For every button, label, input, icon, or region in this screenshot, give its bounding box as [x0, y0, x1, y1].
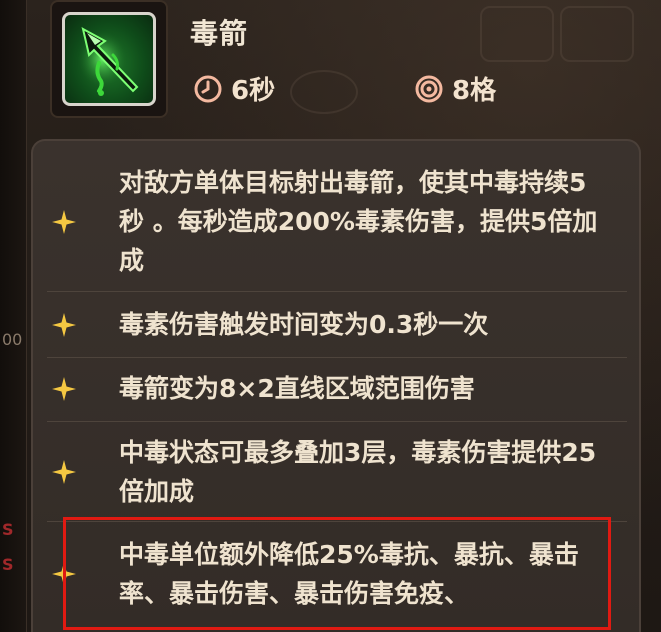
- effect-row: 中毒状态可最多叠加3层，毒素伤害提供25倍加成: [47, 433, 627, 511]
- skill-icon-frame: [50, 0, 168, 118]
- background-ornament: [560, 6, 634, 62]
- poison-arrow-icon: [62, 12, 156, 106]
- left-fragment-text: S: [2, 555, 14, 574]
- cooldown-stat: 6秒: [193, 70, 275, 107]
- effect-text: 中毒状态可最多叠加3层，毒素伤害提供25倍加成: [119, 438, 597, 506]
- star-icon: [47, 561, 81, 587]
- target-icon: [415, 75, 443, 102]
- clock-icon: [194, 75, 222, 102]
- range-stat: 8格: [414, 70, 496, 107]
- effect-row: 对敌方单体目标射出毒箭，使其中毒持续5秒 。每秒造成200%毒素伤害，提供5倍加…: [47, 163, 627, 280]
- cooldown-value: 6秒: [231, 76, 276, 106]
- skill-name: 毒箭: [190, 17, 249, 50]
- effect-text: 毒素伤害触发时间变为0.3秒一次: [119, 310, 489, 339]
- background-panel-edge: 00 S S: [0, 0, 27, 632]
- row-divider: [47, 421, 627, 422]
- effect-text: 对敌方单体目标射出毒箭，使其中毒持续5秒 。每秒造成200%毒素伤害，提供5倍加…: [119, 168, 598, 275]
- range-value: 8格: [452, 76, 497, 106]
- star-icon: [47, 209, 81, 235]
- skill-tooltip: 00 S S 毒箭 6秒 8格 对敌方单体目标射出毒箭，使其中毒持续5秒 。每秒…: [0, 0, 661, 632]
- star-icon: [47, 376, 81, 402]
- effect-row: 毒素伤害触发时间变为0.3秒一次: [47, 305, 627, 344]
- background-ornament: [480, 6, 554, 62]
- star-icon: [47, 459, 81, 485]
- left-fragment-text: 00: [2, 330, 23, 349]
- effect-text: 毒箭变为8×2直线区域范围伤害: [119, 374, 475, 403]
- effects-panel: 对敌方单体目标射出毒箭，使其中毒持续5秒 。每秒造成200%毒素伤害，提供5倍加…: [31, 139, 641, 632]
- effect-row: 中毒单位额外降低25%毒抗、暴抗、暴击率、暴击伤害、暴击伤害免疫、: [47, 535, 627, 613]
- star-icon: [47, 312, 81, 338]
- effect-row: 毒箭变为8×2直线区域范围伤害: [47, 369, 627, 408]
- left-fragment-text: S: [2, 520, 14, 539]
- background-ornament: [290, 70, 358, 114]
- effect-text: 中毒单位额外降低25%毒抗、暴抗、暴击率、暴击伤害、暴击伤害免疫、: [119, 540, 579, 608]
- row-divider: [47, 521, 627, 522]
- row-divider: [47, 357, 627, 358]
- row-divider: [47, 291, 627, 292]
